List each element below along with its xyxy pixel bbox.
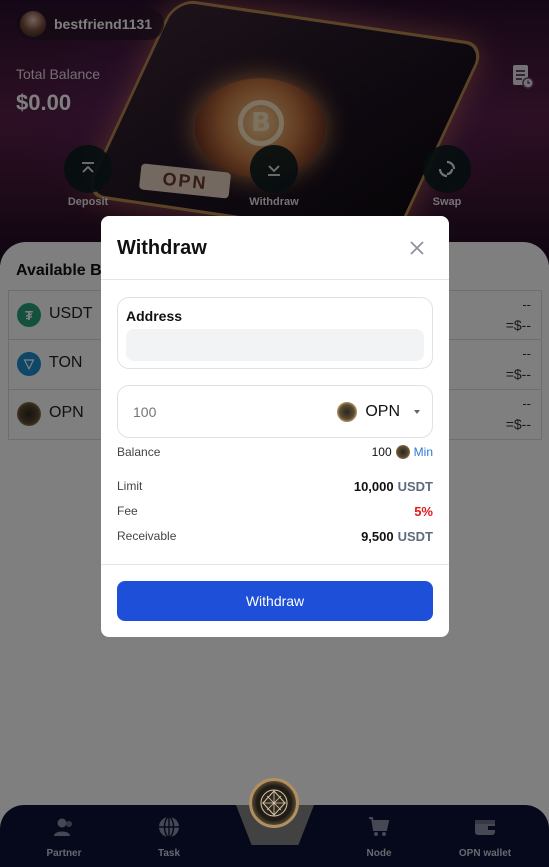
fee-value: 5% xyxy=(414,504,433,519)
receivable-row: Receivable 9,500 USDT xyxy=(117,529,433,547)
withdraw-submit-button[interactable]: Withdraw xyxy=(117,581,433,621)
close-icon xyxy=(410,241,424,255)
receivable-value: 9,500 xyxy=(361,529,394,544)
token-name: OPN xyxy=(365,403,400,420)
limit-label: Limit xyxy=(117,479,143,493)
address-card: Address xyxy=(117,297,433,369)
modal-header: Withdraw xyxy=(101,216,449,280)
limit-unit: USDT xyxy=(397,479,433,494)
amount-input[interactable] xyxy=(128,397,278,427)
fee-row: Fee 5% xyxy=(117,504,433,522)
address-label: Address xyxy=(126,308,183,324)
min-button[interactable]: Min xyxy=(414,445,433,459)
amount-card: OPN xyxy=(117,385,433,438)
receivable-unit: USDT xyxy=(397,529,433,544)
address-input[interactable] xyxy=(126,329,424,361)
opn-coin-icon xyxy=(395,445,410,459)
opn-token-icon xyxy=(337,402,358,422)
withdraw-modal: Withdraw Address OPN Balance 100 Min Lim… xyxy=(101,216,449,637)
modal-title: Withdraw xyxy=(117,237,207,259)
balance-row: Balance 100 Min xyxy=(117,445,433,463)
opn-logo-button[interactable] xyxy=(249,778,299,828)
caret-down-icon xyxy=(414,410,420,414)
limit-value: 10,000 xyxy=(353,479,394,494)
limit-row: Limit 10,000 USDT xyxy=(117,479,433,497)
opn-logo-icon xyxy=(260,789,288,817)
fee-label: Fee xyxy=(117,504,138,518)
divider xyxy=(101,564,449,565)
token-selector[interactable]: OPN xyxy=(337,399,420,425)
receivable-label: Receivable xyxy=(117,529,177,543)
close-button[interactable] xyxy=(407,238,427,258)
balance-label: Balance xyxy=(117,445,161,459)
balance-value: 100 xyxy=(371,445,392,459)
